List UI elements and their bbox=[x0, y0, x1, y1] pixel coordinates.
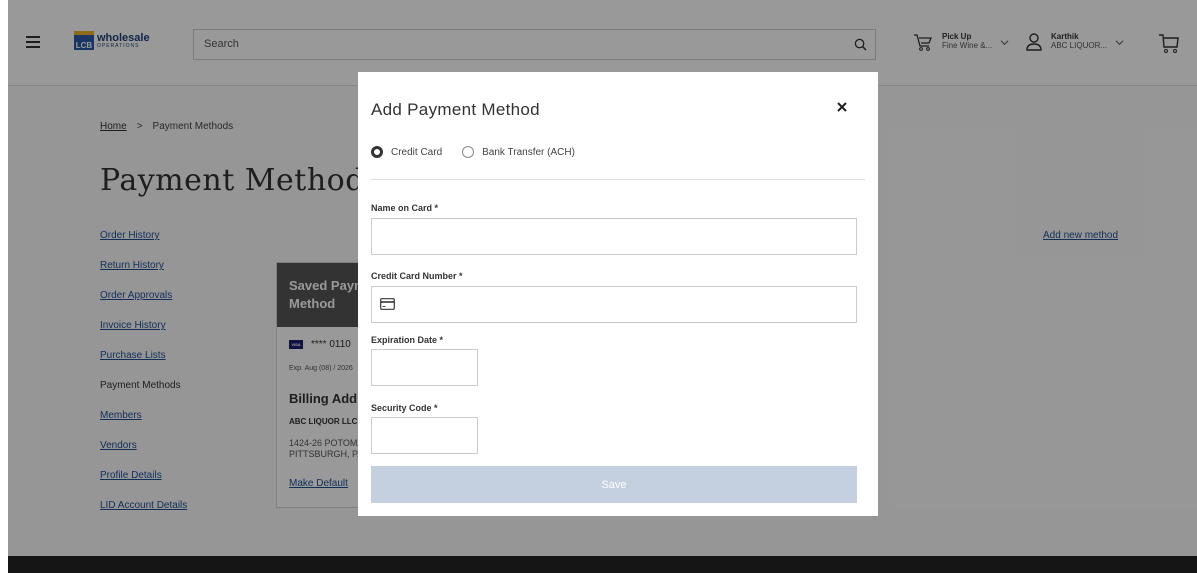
name-on-card-label: Name on Card * bbox=[371, 203, 439, 213]
modal-divider bbox=[371, 179, 865, 180]
security-code-input[interactable] bbox=[372, 418, 477, 453]
card-number-field bbox=[371, 286, 857, 323]
radio-credit-card[interactable]: Credit Card bbox=[371, 146, 442, 158]
name-on-card-input[interactable] bbox=[372, 219, 856, 254]
modal-title: Add Payment Method bbox=[371, 100, 540, 119]
add-payment-method-modal: Add Payment Method Credit Card Bank Tran… bbox=[358, 72, 878, 516]
app-frame: LCB wholesale OPERATIONS Pick Up Fine Wi… bbox=[8, 0, 1197, 573]
security-code-label: Security Code * bbox=[371, 403, 438, 413]
save-button[interactable]: Save bbox=[371, 466, 857, 503]
card-number-input[interactable] bbox=[372, 287, 856, 322]
close-icon[interactable] bbox=[835, 100, 849, 114]
radio-selected-icon bbox=[371, 146, 383, 158]
radio-unselected-icon bbox=[462, 146, 475, 158]
security-code-field bbox=[371, 417, 478, 454]
payment-type-radio-group: Credit Card Bank Transfer (ACH) bbox=[371, 146, 595, 158]
radio-bank-transfer[interactable]: Bank Transfer (ACH) bbox=[462, 146, 575, 158]
expiration-date-field bbox=[371, 349, 478, 386]
radio-credit-card-label: Credit Card bbox=[391, 146, 443, 158]
card-number-label: Credit Card Number * bbox=[371, 271, 463, 281]
footer-bar bbox=[8, 556, 1197, 573]
credit-card-icon bbox=[380, 298, 395, 310]
expiration-date-input[interactable] bbox=[372, 350, 477, 385]
expiration-date-label: Expiration Date * bbox=[371, 335, 444, 345]
radio-bank-transfer-label: Bank Transfer (ACH) bbox=[482, 146, 575, 158]
name-on-card-field bbox=[371, 218, 857, 255]
